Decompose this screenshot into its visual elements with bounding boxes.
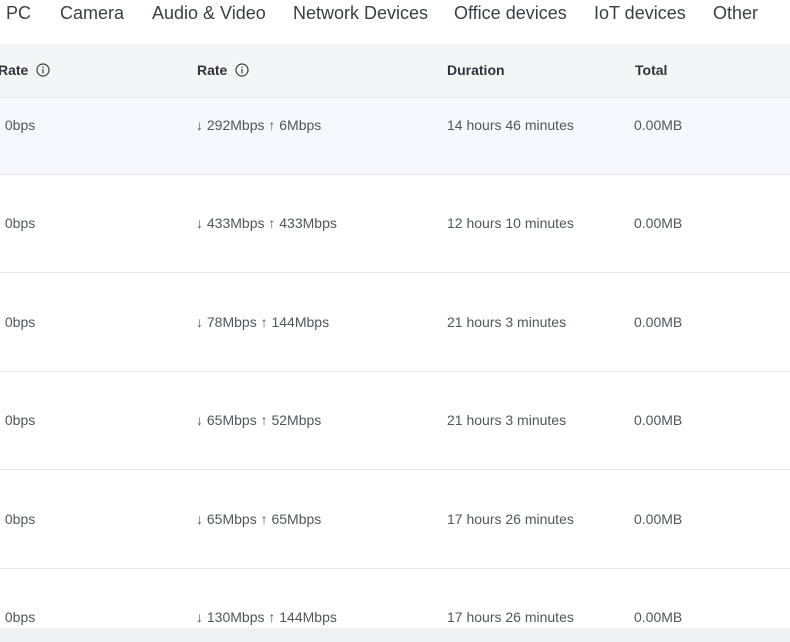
info-circle-icon[interactable]	[36, 63, 50, 80]
tab-iot-devices[interactable]: IoT devices	[594, 3, 686, 24]
table-header: Rate Rate Duration Total	[0, 44, 790, 98]
cell-rate-left: ↑ 0bps	[0, 117, 36, 133]
cell-total: 0.00MB	[634, 215, 683, 231]
cell-rate: ↓ 65Mbps ↑ 52Mbps	[196, 412, 322, 428]
cell-rate: ↓ 433Mbps ↑ 433Mbps	[196, 215, 337, 231]
cell-rate: ↓ 292Mbps ↑ 6Mbps	[196, 117, 322, 133]
cell-duration: 17 hours 26 minutes	[447, 511, 574, 527]
table-row[interactable]: ↑ 0bps ↓ 130Mbps ↑ 144Mbps 17 hours 26 m…	[0, 569, 790, 627]
tab-office-devices[interactable]: Office devices	[454, 3, 567, 24]
cell-rate-left: ↑ 0bps	[0, 511, 36, 527]
cell-duration: 17 hours 26 minutes	[447, 609, 574, 625]
header-rate-left-label: Rate	[0, 62, 29, 78]
cell-duration: 12 hours 10 minutes	[447, 215, 574, 231]
table-footer	[0, 628, 790, 642]
cell-total: 0.00MB	[634, 412, 683, 428]
device-type-tabs: PC Camera Audio & Video Network Devices …	[0, 0, 790, 44]
tab-network-devices[interactable]: Network Devices	[293, 3, 428, 24]
cell-total: 0.00MB	[634, 117, 683, 133]
cell-rate-left: ↑ 0bps	[0, 215, 36, 231]
cell-duration: 21 hours 3 minutes	[447, 314, 567, 330]
cell-rate: ↓ 130Mbps ↑ 144Mbps	[196, 609, 337, 625]
cell-rate-left: ↑ 0bps	[0, 609, 36, 625]
cell-duration: 14 hours 46 minutes	[447, 117, 574, 133]
header-total: Total	[635, 62, 668, 78]
tab-pc[interactable]: PC	[6, 3, 31, 24]
header-rate: Rate	[197, 62, 249, 80]
header-rate-label: Rate	[197, 62, 228, 78]
table-row[interactable]: ↑ 0bps ↓ 292Mbps ↑ 6Mbps 14 hours 46 min…	[0, 98, 790, 175]
table-row[interactable]: ↑ 0bps ↓ 433Mbps ↑ 433Mbps 12 hours 10 m…	[0, 175, 790, 273]
table-row[interactable]: ↑ 0bps ↓ 78Mbps ↑ 144Mbps 21 hours 3 min…	[0, 273, 790, 372]
cell-rate-left: ↑ 0bps	[0, 412, 36, 428]
header-rate-left: Rate	[0, 62, 50, 80]
cell-total: 0.00MB	[634, 609, 683, 625]
cell-rate: ↓ 78Mbps ↑ 144Mbps	[196, 314, 330, 330]
cell-duration: 21 hours 3 minutes	[447, 412, 567, 428]
table-row[interactable]: ↑ 0bps ↓ 65Mbps ↑ 52Mbps 21 hours 3 minu…	[0, 372, 790, 470]
cell-rate: ↓ 65Mbps ↑ 65Mbps	[196, 511, 322, 527]
info-circle-icon[interactable]	[235, 63, 249, 80]
tab-audio-video[interactable]: Audio & Video	[152, 3, 266, 24]
tab-other[interactable]: Other	[713, 3, 758, 24]
header-duration: Duration	[447, 62, 505, 78]
cell-rate-left: ↑ 0bps	[0, 314, 36, 330]
table-row[interactable]: ↑ 0bps ↓ 65Mbps ↑ 65Mbps 17 hours 26 min…	[0, 470, 790, 569]
cell-total: 0.00MB	[634, 314, 683, 330]
tab-camera[interactable]: Camera	[60, 3, 124, 24]
cell-total: 0.00MB	[634, 511, 683, 527]
